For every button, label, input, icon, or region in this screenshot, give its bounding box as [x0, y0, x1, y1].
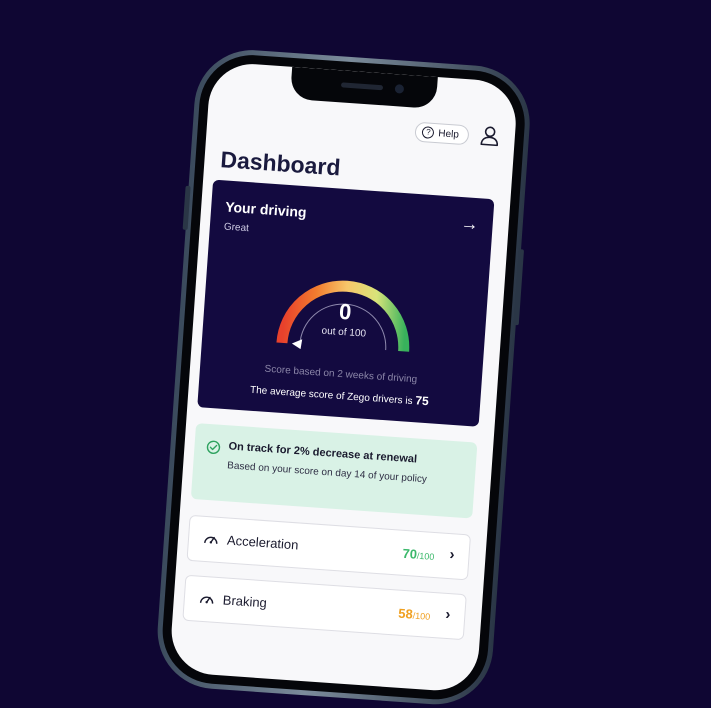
camera: [394, 84, 405, 94]
help-icon: ?: [421, 126, 435, 139]
metric-score-value: 58: [397, 605, 414, 622]
chevron-right-icon: ›: [448, 546, 456, 564]
speaker: [340, 82, 384, 91]
arrow-right-icon[interactable]: →: [460, 213, 479, 235]
metric-score-max: /100: [416, 550, 435, 562]
power-button: [513, 249, 525, 326]
driving-score-card[interactable]: Your driving Great → 0 out of 100 Score …: [197, 179, 495, 427]
volume-button: [182, 185, 191, 230]
gauge-needle: [291, 339, 303, 350]
chevron-right-icon: ›: [444, 605, 451, 624]
metric-acceleration[interactable]: Acceleration 70/100 ›: [186, 514, 472, 581]
help-button[interactable]: ? Help: [414, 121, 470, 146]
check-circle-icon: [206, 440, 221, 455]
app-screen: ? Help Dashboard Your driving Great → 0 …: [168, 61, 519, 694]
average-text: The average score of Zego drivers is: [249, 384, 413, 408]
user-profile-icon[interactable]: [478, 124, 501, 147]
average-value: 75: [414, 393, 430, 409]
phone-frame: ? Help Dashboard Your driving Great → 0 …: [153, 46, 534, 708]
driving-card-title: Your driving: [224, 198, 308, 221]
speedometer-icon: [204, 536, 218, 544]
metric-label: Acceleration: [226, 532, 299, 553]
metric-score: 58/100: [398, 606, 431, 623]
driving-rating: Great: [223, 221, 250, 235]
help-label: Help: [437, 127, 460, 141]
metric-score-max: /100: [412, 610, 431, 622]
metric-braking[interactable]: Braking 58/100 ›: [182, 574, 467, 641]
metric-score: 70/100: [402, 546, 435, 563]
renewal-status-card: On track for 2% decrease at renewal Base…: [190, 423, 478, 519]
metric-label: Braking: [222, 592, 268, 611]
speedometer-icon: [199, 596, 214, 604]
top-bar: ? Help: [207, 105, 516, 152]
page-title: Dashboard: [219, 146, 342, 181]
